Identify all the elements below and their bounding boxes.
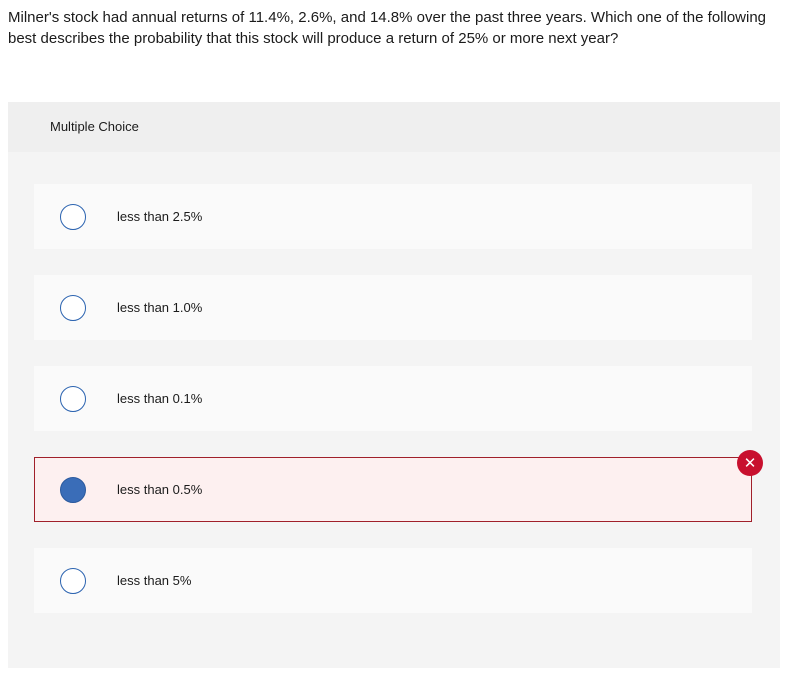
answer-option-3[interactable]: less than 0.1% <box>34 366 752 431</box>
radio-button[interactable] <box>60 204 86 230</box>
radio-button[interactable] <box>60 386 86 412</box>
answer-label: less than 5% <box>117 573 192 588</box>
multiple-choice-header: Multiple Choice <box>8 102 780 152</box>
answer-option-4-selected[interactable]: less than 0.5% <box>34 457 752 522</box>
incorrect-close-icon: ✕ <box>737 450 763 476</box>
radio-button[interactable] <box>60 568 86 594</box>
radio-button-selected[interactable] <box>60 477 86 503</box>
answer-option-2[interactable]: less than 1.0% <box>34 275 752 340</box>
answer-label: less than 1.0% <box>117 300 203 315</box>
multiple-choice-panel: Multiple Choice less than 2.5% less than… <box>8 102 780 668</box>
radio-button[interactable] <box>60 295 86 321</box>
answer-label: less than 0.5% <box>117 482 203 497</box>
question-text: Milner's stock had annual returns of 11.… <box>8 9 767 47</box>
answer-label: less than 2.5% <box>117 209 203 224</box>
multiple-choice-label: Multiple Choice <box>50 119 139 134</box>
answer-label: less than 0.1% <box>117 391 203 406</box>
answer-option-5[interactable]: less than 5% <box>34 548 752 613</box>
answer-option-1[interactable]: less than 2.5% <box>34 184 752 249</box>
